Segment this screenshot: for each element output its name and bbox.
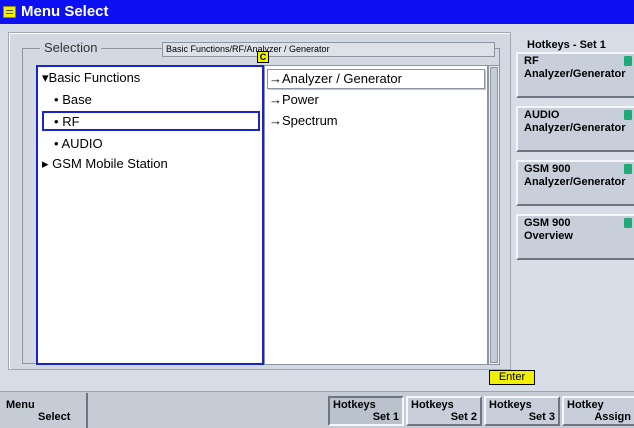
hotkey-line2: Analyzer/Generator (524, 176, 626, 188)
hotkey-line2: Analyzer/Generator (524, 68, 626, 80)
arrow-right-icon: → (269, 71, 282, 86)
hotkeys-title: Hotkeys - Set 1 (527, 39, 606, 51)
menu-select-softkey[interactable]: Menu Select (0, 393, 88, 428)
list-item-label: Power (282, 92, 319, 107)
arrow-right-icon: → (269, 92, 282, 107)
selection-label: Selection (40, 40, 102, 55)
menu-icon[interactable] (3, 6, 16, 18)
scrollbar-thumb[interactable] (490, 67, 498, 363)
tree-item-label: Basic Functions (48, 70, 141, 85)
tree-item-audio[interactable]: • AUDIO (54, 135, 103, 153)
bullet-icon: • (54, 136, 59, 151)
tree-item-label: Base (62, 92, 92, 107)
list-item-power[interactable]: →Power (269, 91, 319, 109)
softkey-line1: Menu (6, 399, 35, 411)
application-list[interactable]: →Analyzer / Generator →Power →Spectrum (264, 65, 488, 365)
function-tree[interactable]: ▾Basic Functions • Base • RF • AUDIO ▸ G… (36, 65, 264, 365)
hotkeys-set2-softkey[interactable]: Hotkeys Set 2 (406, 396, 482, 426)
softkey-line1: Hotkeys (333, 399, 376, 411)
enter-button[interactable]: Enter (489, 370, 535, 385)
title-bar: Menu Select (0, 0, 634, 24)
list-item-label: Spectrum (282, 113, 338, 128)
softkey-line2: Select (38, 411, 71, 423)
list-item-label: Analyzer / Generator (282, 71, 402, 86)
hotkey-rf-analyzer[interactable]: RF Analyzer/Generator (516, 52, 634, 98)
list-scrollbar[interactable] (488, 65, 500, 365)
softkey-line1: Hotkeys (489, 399, 532, 411)
list-item-spectrum[interactable]: →Spectrum (269, 112, 338, 130)
tree-item-gsm-mobile-station[interactable]: ▸ GSM Mobile Station (42, 155, 168, 173)
hotkey-gsm900-analyzer[interactable]: GSM 900 Analyzer/Generator (516, 160, 634, 206)
hotkey-audio-analyzer[interactable]: AUDIO Analyzer/Generator (516, 106, 634, 152)
collapsed-arrow-icon: ▸ (42, 156, 49, 171)
hotkey-line2: Analyzer/Generator (524, 122, 626, 134)
softkey-line2: Set 3 (528, 411, 555, 423)
hotkey-line2: Overview (524, 230, 573, 242)
tree-item-base[interactable]: • Base (54, 91, 92, 109)
window-title: Menu Select (21, 3, 109, 20)
tree-item-label: AUDIO (61, 136, 103, 151)
bullet-icon: • (54, 114, 59, 129)
cursor-marker-icon: C (257, 51, 269, 63)
bullet-icon: • (54, 92, 59, 107)
hotkey-line1: RF (524, 55, 539, 67)
tree-item-rf[interactable]: • RF (54, 113, 80, 131)
softkey-line1: Hotkeys (411, 399, 454, 411)
softkey-line2: Set 1 (372, 411, 399, 423)
tree-item-basic-functions[interactable]: ▾Basic Functions (42, 69, 140, 87)
overview-icon (624, 218, 632, 228)
hotkey-line1: GSM 900 (524, 163, 571, 175)
selection-path: Basic Functions/RF/Analyzer / Generator (162, 42, 495, 57)
softkey-line2: Assign (594, 411, 631, 423)
tree-item-label: GSM Mobile Station (52, 156, 168, 171)
signal-icon (624, 56, 632, 66)
tree-item-label: RF (62, 114, 80, 129)
hotkey-line1: AUDIO (524, 109, 560, 121)
speaker-icon (624, 110, 632, 120)
hotkey-line1: GSM 900 (524, 217, 571, 229)
hotkey-assign-softkey[interactable]: Hotkey Assign (562, 396, 634, 426)
hotkeys-set1-softkey[interactable]: Hotkeys Set 1 (328, 396, 404, 426)
gsm-icon (624, 164, 632, 174)
arrow-right-icon: → (269, 113, 282, 128)
softkey-line2: Set 2 (450, 411, 477, 423)
softkey-line1: Hotkey (567, 399, 604, 411)
hotkeys-set3-softkey[interactable]: Hotkeys Set 3 (484, 396, 560, 426)
list-item-analyzer-generator[interactable]: →Analyzer / Generator (269, 70, 402, 88)
hotkey-gsm900-overview[interactable]: GSM 900 Overview (516, 214, 634, 260)
